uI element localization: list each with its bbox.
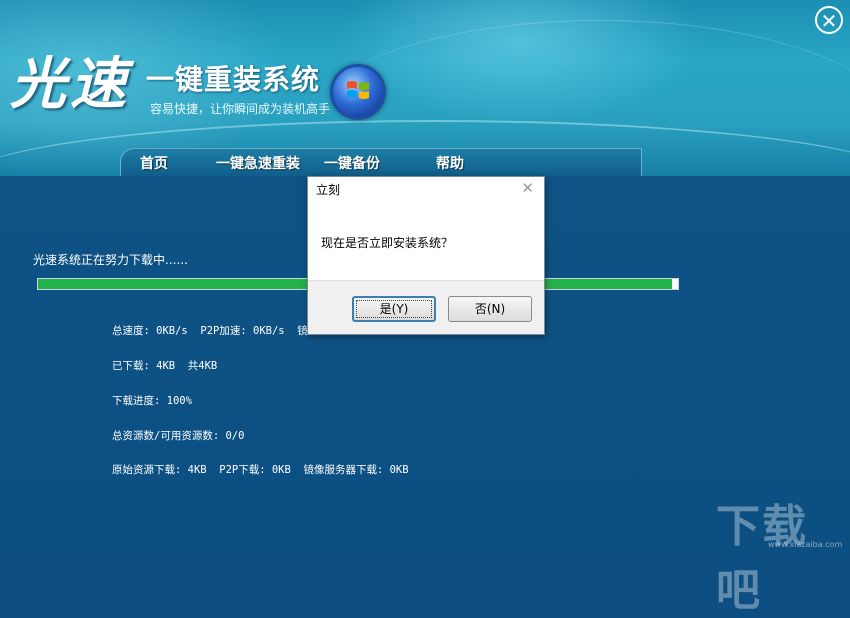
windows-flag-icon [347, 81, 369, 99]
navbar [120, 148, 642, 179]
dialog-footer: 是(Y) 否(N) [308, 280, 544, 334]
brand-logo-text: 光速 [10, 51, 130, 117]
nav-item-help[interactable]: 帮助 [436, 153, 464, 173]
app-title: 一键重装系统 [146, 63, 321, 96]
dialog-title: 立刻 [316, 183, 341, 197]
yes-button[interactable]: 是(Y) [352, 296, 436, 322]
watermark-logo: 下载吧 [716, 501, 808, 616]
nav-item-quick-reinstall[interactable]: 一键急速重装 [216, 153, 300, 173]
nav-item-backup[interactable]: 一键备份 [324, 153, 380, 173]
dialog-titlebar[interactable]: 立刻 ✕ [308, 177, 544, 201]
confirm-dialog: 立刻 ✕ 现在是否立即安装系统？ 是(Y) 否(N) [307, 176, 545, 335]
windows-orb-icon [330, 64, 386, 120]
dialog-close-icon[interactable]: ✕ [521, 179, 534, 197]
download-status: 光速系统正在努力下载中...... [33, 253, 188, 267]
watermark-url: www.xiazaiba.com [768, 540, 843, 549]
stats-line-sources: 总资源数/可用资源数: 0/0 [112, 429, 245, 442]
dialog-message: 现在是否立即安装系统？ [321, 236, 454, 250]
stats-line-progress: 下载进度: 100% [112, 394, 192, 407]
stats-line-downloaded: 已下载: 4KB 共4KB [112, 359, 218, 372]
focus-ring [356, 300, 432, 318]
no-button[interactable]: 否(N) [448, 296, 532, 322]
no-button-label: 否(N) [474, 302, 506, 316]
stats-line-breakdown: 原始资源下载: 4KB P2P下载: 0KB 镜像服务器下载: 0KB [112, 464, 409, 477]
nav-item-home[interactable]: 首页 [140, 153, 168, 173]
close-icon[interactable]: ✕ [815, 6, 843, 34]
app-slogan: 容易快捷，让你瞬间成为装机高手 [150, 102, 331, 116]
